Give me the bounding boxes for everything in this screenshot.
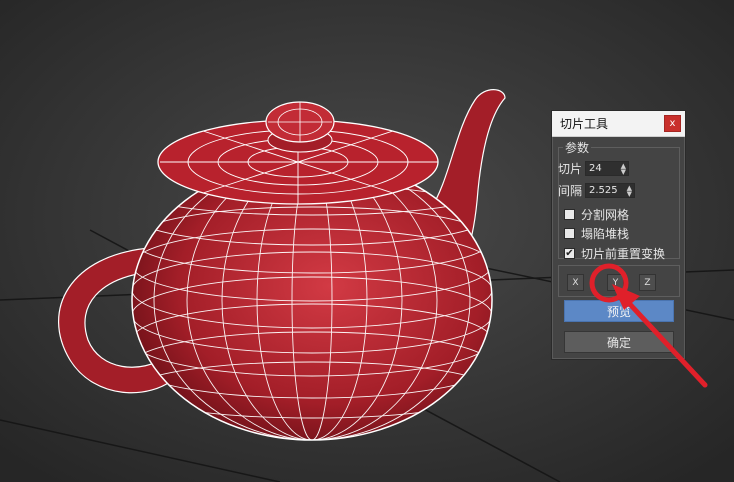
dialog-titlebar[interactable]: 切片工具 x	[552, 111, 685, 137]
spinner-arrows-icon[interactable]: ▲ ▼	[619, 162, 628, 175]
reset-xform-label: 切片前重置变换	[581, 247, 666, 261]
spacing-label: 间隔	[558, 184, 583, 198]
parameters-group-label: 参数	[563, 139, 592, 156]
split-mesh-checkbox[interactable]	[564, 209, 575, 220]
axis-z-button[interactable]: Z	[639, 274, 656, 291]
split-mesh-label: 分割网格	[581, 208, 630, 222]
spinner-arrows-icon[interactable]: ▲ ▼	[625, 184, 634, 197]
close-icon: x	[669, 118, 676, 129]
slices-value: 24	[589, 163, 602, 174]
split-mesh-option[interactable]: 分割网格	[564, 206, 629, 223]
collapse-stack-checkbox[interactable]	[564, 228, 575, 239]
reset-xform-option[interactable]: ✔ 切片前重置变换	[564, 245, 665, 262]
spacing-spinner[interactable]: 2.525 ▲ ▼	[585, 183, 636, 198]
spacing-value: 2.525	[589, 185, 618, 196]
reset-xform-checkbox[interactable]: ✔	[564, 248, 575, 259]
slices-spinner[interactable]: 24 ▲ ▼	[585, 161, 630, 176]
slices-label: 切片	[558, 162, 583, 176]
slices-row: 切片 24 ▲ ▼	[558, 160, 630, 177]
preview-button[interactable]: 预览	[564, 300, 674, 322]
axis-x-button[interactable]: X	[567, 274, 584, 291]
close-button[interactable]: x	[664, 115, 681, 132]
axis-y-button[interactable]: Y	[607, 274, 624, 291]
ok-button[interactable]: 确定	[564, 331, 674, 353]
dialog-title: 切片工具	[560, 117, 609, 131]
axis-selector: X Y Z	[558, 265, 680, 297]
spacing-row: 间隔 2.525 ▲ ▼	[558, 182, 636, 199]
slice-tool-dialog: 切片工具 x 参数 切片 24 ▲ ▼ 间隔 2.525 ▲ ▼ 分割网格 塌陷堆栈…	[551, 110, 686, 360]
collapse-stack-label: 塌陷堆栈	[581, 227, 630, 241]
collapse-stack-option[interactable]: 塌陷堆栈	[564, 225, 629, 242]
